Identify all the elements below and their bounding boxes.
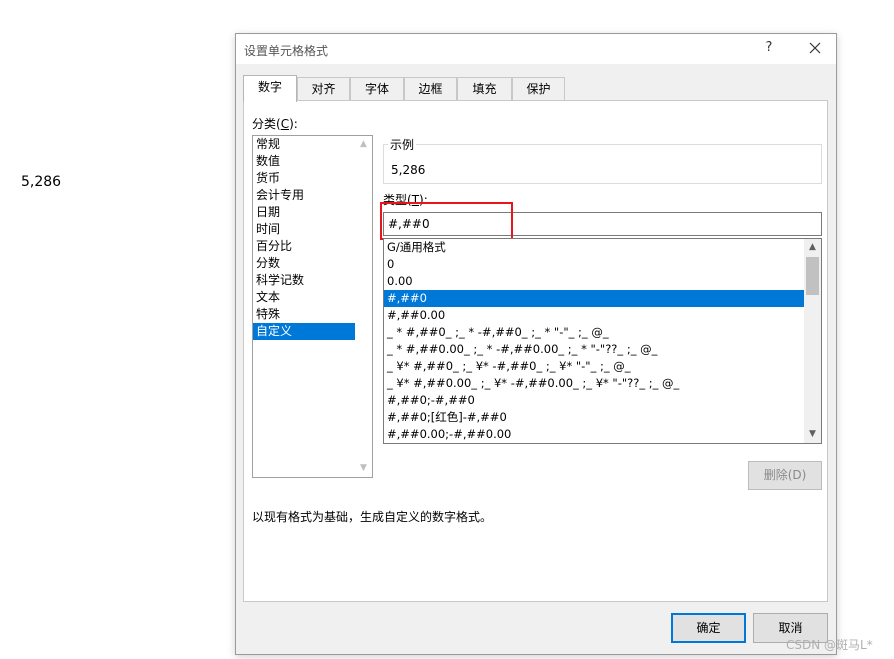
format-item[interactable]: #,##0;-#,##0 <box>384 392 805 409</box>
format-item[interactable]: #,##0.00 <box>384 307 805 324</box>
description-text: 以现有格式为基础，生成自定义的数字格式。 <box>252 510 493 524</box>
tab-fill[interactable]: 填充 <box>457 77 512 101</box>
sample-group <box>383 144 822 184</box>
close-button[interactable] <box>802 36 828 60</box>
format-item[interactable]: _ ¥* #,##0.00_ ;_ ¥* -#,##0.00_ ;_ ¥* "-… <box>384 375 805 392</box>
category-item[interactable]: 常规 <box>253 136 355 153</box>
category-item[interactable]: 数值 <box>253 153 355 170</box>
tab-number[interactable]: 数字 <box>243 75 297 102</box>
category-item[interactable]: 日期 <box>253 204 355 221</box>
category-item-custom[interactable]: 自定义 <box>253 323 355 340</box>
scroll-up-icon[interactable]: ▲ <box>804 239 821 256</box>
tab-font[interactable]: 字体 <box>350 77 404 101</box>
category-item[interactable]: 科学记数 <box>253 272 355 289</box>
number-tab-panel: 分类(C): 常规 数值 货币 会计专用 日期 时间 百分比 分数 科学记数 文… <box>243 100 828 602</box>
category-item[interactable]: 文本 <box>253 289 355 306</box>
help-button[interactable]: ? <box>756 36 782 60</box>
sample-value: 5,286 <box>391 163 426 177</box>
dialog-titlebar: 设置单元格格式 ? <box>236 34 836 64</box>
delete-button[interactable]: 删除(D) <box>748 461 822 490</box>
format-item[interactable]: #,##0.00;-#,##0.00 <box>384 426 805 443</box>
cell-value: 5,286 <box>21 174 62 190</box>
ok-button[interactable]: 确定 <box>671 613 746 643</box>
category-item[interactable]: 特殊 <box>253 306 355 323</box>
type-input[interactable]: #,##0 <box>383 212 822 236</box>
tab-protection[interactable]: 保护 <box>512 77 565 101</box>
format-item[interactable]: 0 <box>384 256 805 273</box>
format-scrollbar[interactable]: ▲ ▼ <box>804 239 821 443</box>
category-item[interactable]: 货币 <box>253 170 355 187</box>
category-item[interactable]: 分数 <box>253 255 355 272</box>
scrollbar-thumb[interactable] <box>806 257 819 295</box>
scroll-down-icon[interactable]: ▼ <box>355 460 372 477</box>
type-label: 类型(T): <box>383 193 428 207</box>
scroll-up-icon[interactable]: ▲ <box>355 136 372 153</box>
category-item[interactable]: 时间 <box>253 221 355 238</box>
close-icon <box>809 42 821 54</box>
category-item[interactable]: 百分比 <box>253 238 355 255</box>
format-item-selected[interactable]: #,##0 <box>384 290 805 307</box>
format-item[interactable]: _ * #,##0_ ;_ * -#,##0_ ;_ * "-"_ ;_ @_ <box>384 324 805 341</box>
watermark: CSDN @斑马L* <box>786 638 873 652</box>
format-item[interactable]: #,##0;[红色]-#,##0 <box>384 409 805 426</box>
format-item[interactable]: _ ¥* #,##0_ ;_ ¥* -#,##0_ ;_ ¥* "-"_ ;_ … <box>384 358 805 375</box>
category-label: 分类(C): <box>252 117 298 131</box>
scroll-down-icon[interactable]: ▼ <box>804 426 821 443</box>
format-cells-dialog: 设置单元格格式 ? 数字 对齐 字体 边框 填充 保护 分类(C): 常规 数值… <box>235 33 837 655</box>
tab-alignment[interactable]: 对齐 <box>297 77 350 101</box>
dialog-title: 设置单元格格式 <box>244 44 329 58</box>
format-item[interactable]: 0.00 <box>384 273 805 290</box>
category-list[interactable]: 常规 数值 货币 会计专用 日期 时间 百分比 分数 科学记数 文本 特殊 自定… <box>252 135 373 478</box>
format-code-list[interactable]: G/通用格式 0 0.00 #,##0 #,##0.00 _ * #,##0_ … <box>383 238 822 444</box>
tab-border[interactable]: 边框 <box>404 77 457 101</box>
format-item[interactable]: G/通用格式 <box>384 239 805 256</box>
category-item[interactable]: 会计专用 <box>253 187 355 204</box>
format-item[interactable]: _ * #,##0.00_ ;_ * -#,##0.00_ ;_ * "-"??… <box>384 341 805 358</box>
category-scrollbar[interactable]: ▲ ▼ <box>355 136 372 477</box>
sample-label: 示例 <box>388 136 417 153</box>
